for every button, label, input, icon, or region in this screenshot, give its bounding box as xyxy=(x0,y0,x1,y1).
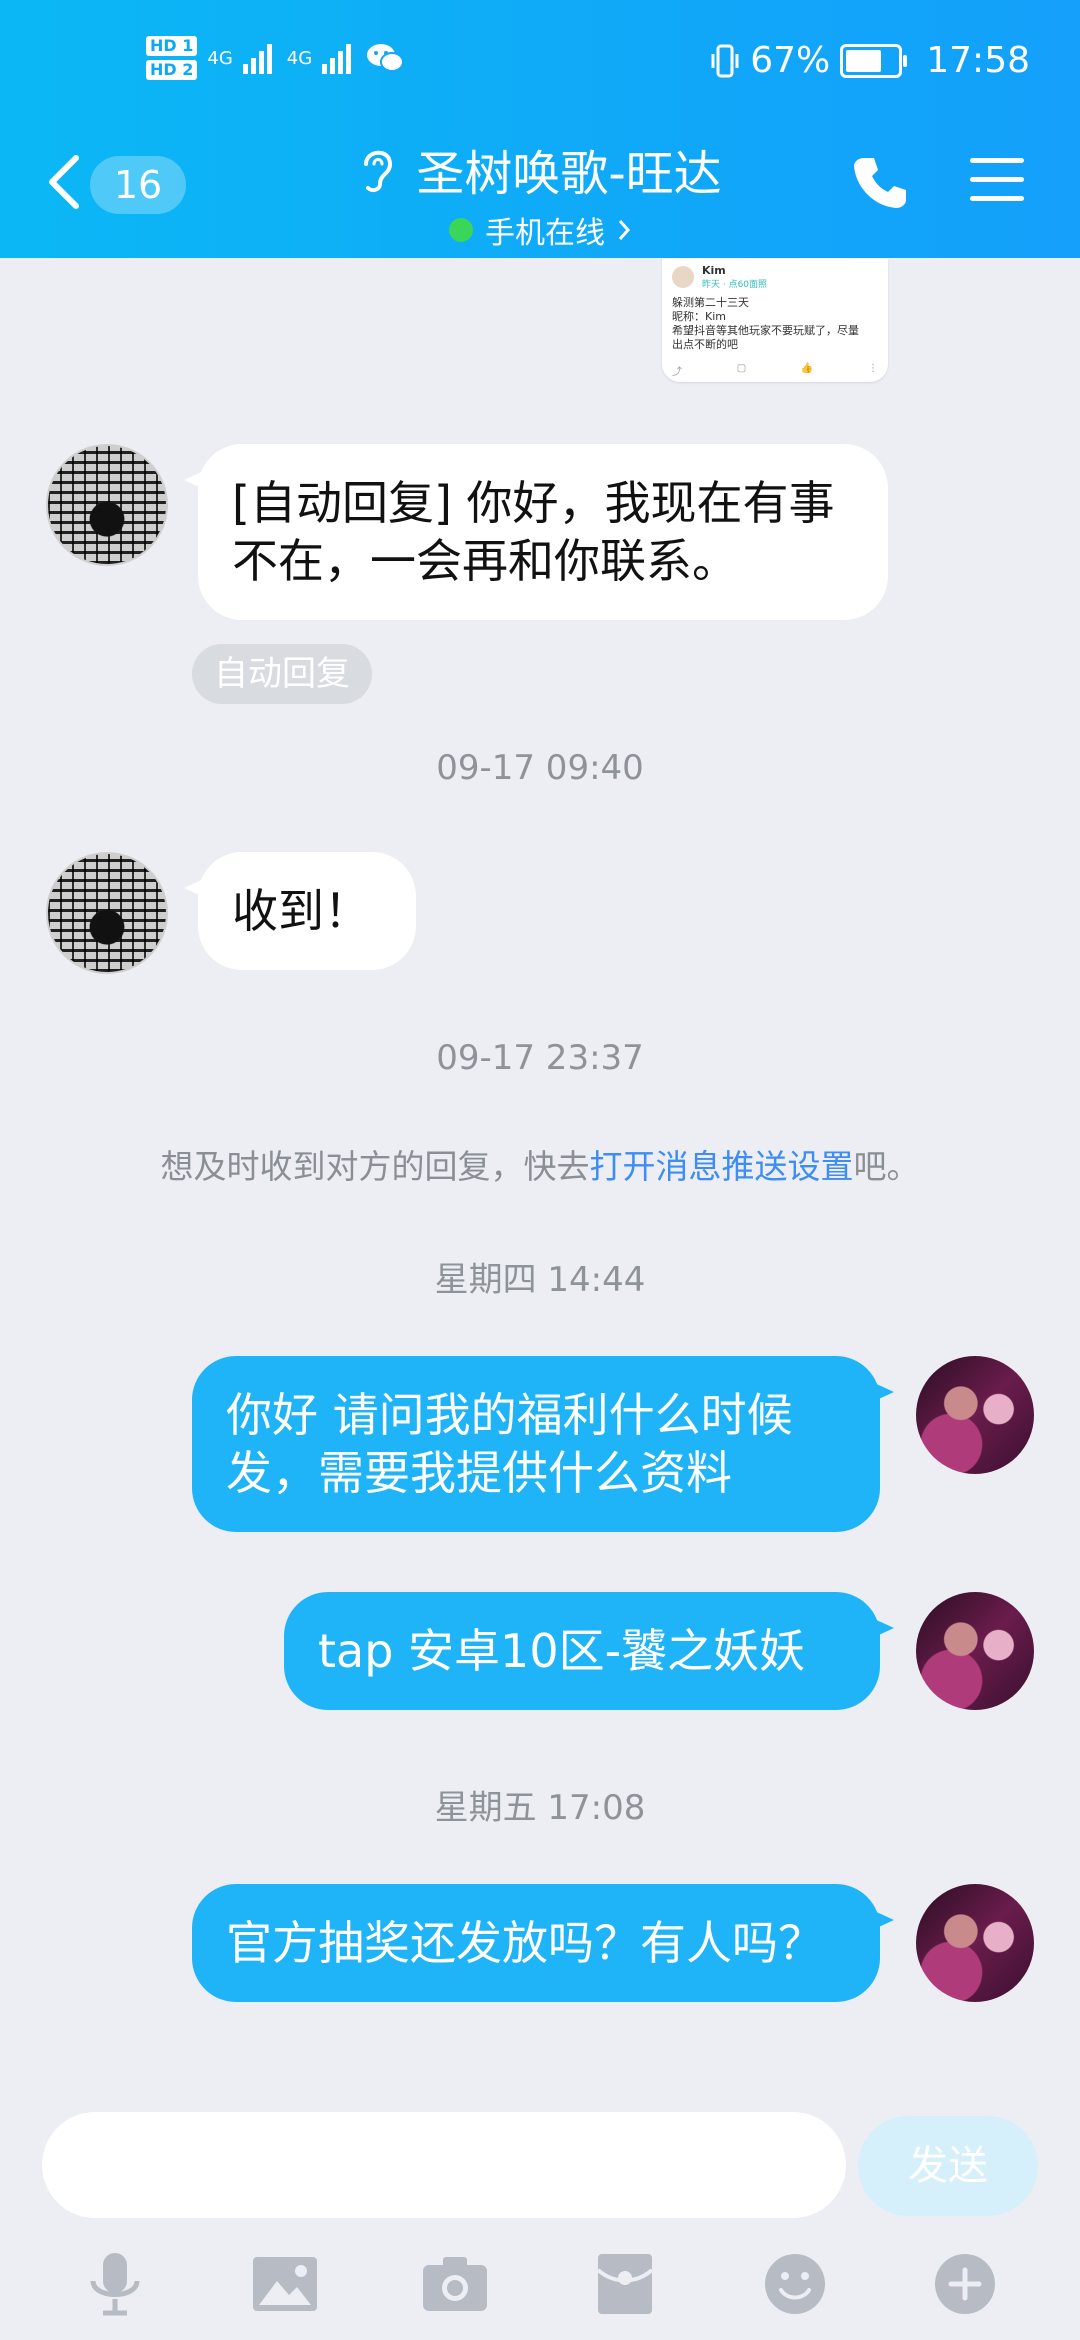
network-type-1: 4G xyxy=(207,47,233,69)
push-settings-link[interactable]: 打开消息推送设置 xyxy=(590,1147,854,1186)
composer: 发送 xyxy=(0,2100,1080,2240)
comment-icon: ▢ xyxy=(736,363,747,374)
camera-icon[interactable] xyxy=(420,2249,490,2319)
battery-percent: 67% xyxy=(750,40,831,81)
timestamp: 09-17 09:40 xyxy=(436,748,644,788)
signal-icon-2 xyxy=(322,44,352,74)
contact-avatar[interactable] xyxy=(46,444,168,566)
auto-reply-tag: 自动回复 xyxy=(192,644,372,704)
message-bubble-outgoing[interactable]: 官方抽奖还发放吗？有人吗？ xyxy=(192,1884,894,2002)
phone-call-icon[interactable] xyxy=(850,152,910,212)
preview-avatar xyxy=(672,266,694,288)
image-icon[interactable] xyxy=(250,2249,320,2319)
message-bubble-incoming[interactable]: [自动回复] 你好，我现在有事不在，一会再和你联系。 xyxy=(184,444,888,620)
push-settings-notice: 想及时收到对方的回复，快去打开消息推送设置吧。 xyxy=(0,1140,1080,1188)
share-icon: ⤴ xyxy=(672,367,682,378)
wechat-icon xyxy=(367,44,405,72)
online-dot-icon xyxy=(449,218,473,242)
signal-icon xyxy=(242,44,272,74)
timestamp: 星期五 17:08 xyxy=(434,1788,646,1828)
clock: 17:58 xyxy=(926,40,1030,81)
timestamp: 09-17 23:37 xyxy=(436,1038,644,1078)
preview-time: 昨天 · 点60面照 xyxy=(702,280,768,290)
red-packet-icon[interactable] xyxy=(590,2249,660,2319)
hd2-badge: HD 2 xyxy=(146,60,198,80)
plus-icon[interactable] xyxy=(930,2249,1000,2319)
vibrate-icon xyxy=(711,44,739,77)
input-toolbar xyxy=(0,2244,1080,2324)
send-button[interactable]: 发送 xyxy=(858,2116,1038,2216)
network-type-2: 4G xyxy=(286,47,313,69)
status-bar: HD 1 HD 2 4G 4G 67% 17:58 xyxy=(0,30,1080,100)
preview-name: Kim xyxy=(702,264,726,277)
preview-actions: ⤴ ▢ 👍 ⋮ xyxy=(672,363,878,378)
preview-line: 出点不断的吧 xyxy=(672,338,738,351)
notice-prefix: 想及时收到对方的回复，快去 xyxy=(160,1147,590,1186)
preview-line: 躲测第二十三天 xyxy=(672,296,749,309)
hd1-badge: HD 1 xyxy=(146,36,198,56)
message-bubble-outgoing[interactable]: tap 安卓10区-饕之妖妖 xyxy=(284,1592,894,1710)
my-avatar[interactable] xyxy=(916,1356,1034,1474)
top-bar: HD 1 HD 2 4G 4G 67% 17:58 16 圣树唤歌-旺达 手机在… xyxy=(0,0,1080,258)
preview-line: 昵称：Kim xyxy=(672,310,726,323)
message-input[interactable] xyxy=(42,2112,846,2218)
chevron-right-icon xyxy=(618,220,631,240)
chat-title[interactable]: 圣树唤歌-旺达 xyxy=(358,134,722,204)
battery-icon xyxy=(840,43,908,78)
ear-icon[interactable] xyxy=(358,144,398,194)
message-bubble-incoming[interactable]: 收到！ xyxy=(184,852,416,970)
shared-post-preview[interactable]: Kim 昨天 · 点60面照 躲测第二十三天 昵称：Kim 希望抖音等其他玩家不… xyxy=(662,258,888,382)
microphone-icon[interactable] xyxy=(80,2249,150,2319)
contact-avatar[interactable] xyxy=(46,852,168,974)
menu-icon[interactable] xyxy=(970,158,1024,206)
online-status[interactable]: 手机在线 xyxy=(449,208,631,252)
my-avatar[interactable] xyxy=(916,1884,1034,2002)
more-icon: ⋮ xyxy=(867,363,878,374)
online-status-text: 手机在线 xyxy=(485,216,605,251)
notice-suffix: 吧。 xyxy=(853,1147,920,1186)
like-icon: 👍 xyxy=(800,363,814,374)
my-avatar[interactable] xyxy=(916,1592,1034,1710)
timestamp: 星期四 14:44 xyxy=(434,1260,646,1300)
message-bubble-outgoing[interactable]: 你好 请问我的福利什么时候发，需要我提供什么资料 xyxy=(192,1356,894,1532)
emoji-icon[interactable] xyxy=(760,2249,830,2319)
chat-title-text: 圣树唤歌-旺达 xyxy=(416,146,722,202)
preview-line: 希望抖音等其他玩家不要玩赋了，尽量 xyxy=(672,324,859,337)
